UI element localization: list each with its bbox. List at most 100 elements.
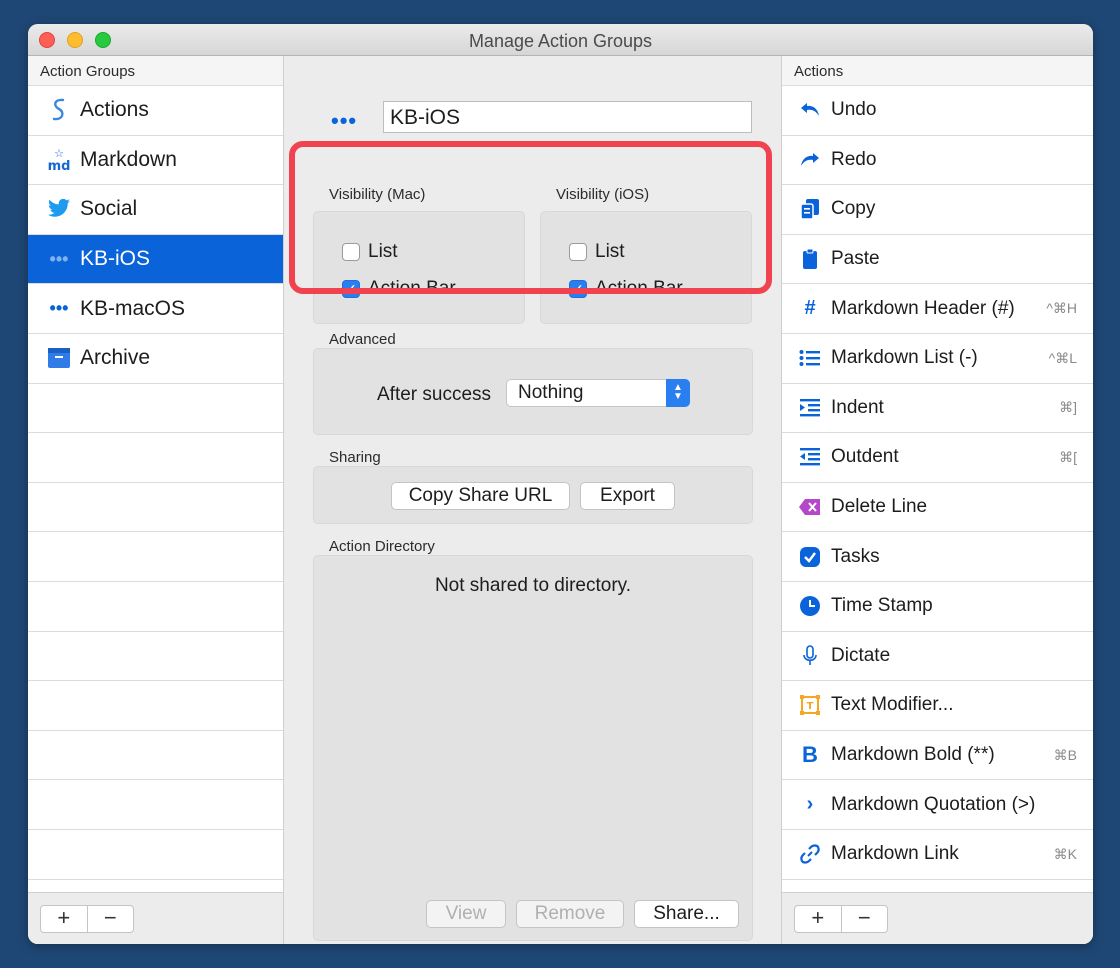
copy-share-url-button[interactable]: Copy Share URL [391,482,570,510]
manage-action-groups-window: Manage Action Groups Action Groups Actio… [28,24,1093,944]
visibility-highlight-box [289,141,772,294]
twitter-bird-icon [46,196,72,222]
empty-row [28,532,283,582]
action-item-text-modifier[interactable]: T Text Modifier... [782,681,1093,731]
empty-row [28,384,283,434]
action-item-markdown-list[interactable]: Markdown List (-) ^⌘L [782,334,1093,384]
redo-icon [798,148,822,172]
action-directory-label: Action Directory [329,538,435,555]
action-shortcut: ⌘] [1059,399,1077,416]
ellipsis-icon[interactable]: ••• [331,108,357,134]
action-label: Copy [831,198,876,220]
add-group-button[interactable]: + [41,906,87,932]
group-item-kb-macos[interactable]: ••• KB-macOS [28,284,283,334]
sharing-box: Copy Share URL Export [313,466,753,524]
actions-header: Actions [782,56,1093,86]
after-success-select[interactable]: Nothing ▲ ▼ [506,379,690,407]
group-item-archive[interactable]: Archive [28,334,283,384]
action-shortcut: ⌘[ [1059,448,1077,465]
checkmark-circle-icon [798,545,822,569]
action-label: Paste [831,248,880,270]
advanced-label: Advanced [329,331,396,348]
action-label: Dictate [831,644,891,666]
action-label: Outdent [831,446,899,468]
action-item-tasks[interactable]: Tasks [782,532,1093,582]
action-item-time-stamp[interactable]: Time Stamp [782,582,1093,632]
sharing-label: Sharing [329,449,381,466]
export-button[interactable]: Export [580,482,675,510]
add-action-button[interactable]: + [795,906,841,932]
empty-row [28,433,283,483]
ellipsis-icon: ••• [49,248,69,269]
action-directory-box: Not shared to directory. View Remove Sha… [313,555,753,941]
action-shortcut: ^⌘H [1046,300,1077,317]
archive-box-icon [46,345,72,371]
group-item-label: KB-macOS [80,296,186,320]
action-item-markdown-header[interactable]: # Markdown Header (#) ^⌘H [782,284,1093,334]
window-title: Manage Action Groups [468,31,653,51]
microphone-icon [798,644,822,668]
paste-icon [798,247,822,271]
groups-bottom-bar: + − [28,892,283,944]
action-shortcut: ⌘B [1053,746,1077,763]
svg-text:md: md [48,159,71,173]
action-groups-header: Action Groups [28,56,283,86]
actions-bottom-bar: + − [782,892,1093,944]
share-button[interactable]: Share... [634,900,739,928]
action-label: Markdown Header (#) [831,297,1015,319]
markdown-icon: ☆ md [46,147,72,173]
link-icon [798,842,822,866]
remove-group-button[interactable]: − [86,906,134,932]
action-item-delete-line[interactable]: Delete Line [782,483,1093,533]
action-shortcut: ^⌘L [1048,349,1077,366]
action-item-markdown-quotation[interactable]: › Markdown Quotation (>) [782,780,1093,830]
action-groups-pane: Action Groups Actions ☆ md Markdown Socia… [28,56,284,944]
action-item-redo[interactable]: Redo [782,136,1093,186]
group-item-kb-ios[interactable]: ••• KB-iOS [28,234,283,285]
directory-status-text: Not shared to directory. [434,575,632,596]
action-item-indent[interactable]: Indent ⌘] [782,384,1093,434]
empty-row [28,681,283,731]
view-button[interactable]: View [426,900,506,928]
action-item-paste[interactable]: Paste [782,235,1093,285]
script-s-icon [46,97,72,123]
after-success-label: After success [377,384,492,405]
undo-icon [798,98,822,122]
clock-icon [798,594,822,618]
action-label: Text Modifier... [831,694,954,716]
action-item-copy[interactable]: Copy [782,185,1093,235]
action-item-undo[interactable]: Undo [782,86,1093,136]
action-label: Markdown Bold (**) [831,744,995,766]
hash-icon: # [804,297,816,320]
groups-add-remove-control: + − [40,905,134,933]
action-item-outdent[interactable]: Outdent ⌘[ [782,433,1093,483]
action-label: Delete Line [831,496,928,518]
empty-row [28,830,283,880]
actions-pane: Actions Undo Redo Copy Paste # Markdown … [781,56,1093,944]
outdent-icon [798,445,822,469]
action-label: Markdown Link [831,843,959,865]
remove-button[interactable]: Remove [516,900,624,928]
group-item-label: Social [80,197,138,221]
action-item-markdown-link[interactable]: Markdown Link ⌘K [782,830,1093,880]
empty-row [28,780,283,830]
copy-icon [798,197,822,221]
remove-action-button[interactable]: − [840,906,888,932]
bold-b-icon: B [802,742,818,768]
action-item-markdown-bold[interactable]: B Markdown Bold (**) ⌘B [782,731,1093,781]
group-name-field[interactable]: KB-iOS [383,101,752,133]
ellipsis-icon: ••• [49,298,69,319]
group-item-actions[interactable]: Actions [28,86,283,136]
group-item-label: KB-iOS [80,247,151,271]
group-item-label: Actions [80,98,149,122]
text-modifier-icon: T [798,693,822,717]
action-item-dictate[interactable]: Dictate [782,632,1093,682]
action-label: Time Stamp [831,595,933,617]
group-item-markdown[interactable]: ☆ md Markdown [28,136,283,186]
group-item-social[interactable]: Social [28,185,283,235]
advanced-box: After success Nothing ▲ ▼ [313,348,753,435]
action-label: Indent [831,396,884,418]
list-icon [798,346,822,370]
empty-row [28,632,283,682]
indent-icon [798,396,822,420]
